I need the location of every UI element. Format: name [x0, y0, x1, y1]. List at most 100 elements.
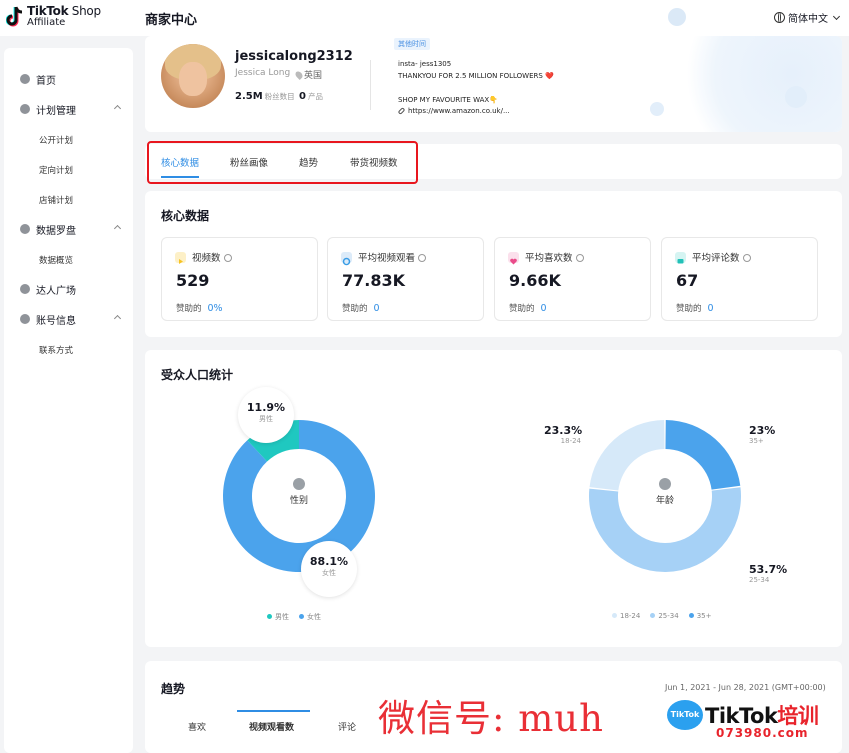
age-18-24-callout: 23.3% 18-24	[544, 424, 583, 445]
legend-dot	[612, 613, 617, 618]
legend-dot	[299, 614, 304, 619]
followers-label: 粉丝数目	[264, 92, 295, 101]
watermark-sub: 073980.com	[716, 726, 809, 740]
gender-center-label: 性别	[279, 478, 319, 506]
legend-age-18-24[interactable]: 18-24	[612, 612, 640, 620]
chevron-up-icon	[113, 314, 122, 323]
age-35-plus-percent: 23%	[749, 424, 776, 437]
gender-female-callout: 88.1% 女性	[301, 541, 357, 597]
age-35-plus-callout: 23% 35+	[749, 424, 775, 445]
age-center-text: 年龄	[655, 496, 674, 506]
trend-tab-video-views[interactable]: 视频观看数	[249, 720, 294, 733]
location-label: 英国	[304, 71, 323, 81]
sidebar-item-account-info[interactable]: 账号信息	[20, 312, 124, 327]
metric-footer-label: 赞助的	[676, 304, 702, 314]
age-18-24-percent: 23.3%	[544, 424, 583, 437]
trend-title: 趋势	[161, 682, 186, 696]
tiktok-note-icon	[5, 6, 24, 28]
age-25-34-percent: 53.7%	[749, 563, 788, 576]
help-icon[interactable]	[418, 254, 427, 262]
age-center-label: 年龄	[645, 478, 685, 506]
metric-footer: 赞助的 0	[676, 302, 714, 314]
audience-demographics-card: 受众人口统计 性别 11.9% 男性 88.1% 女性 男性 女性 年龄 23.…	[145, 350, 842, 647]
legend-female[interactable]: 女性	[299, 612, 321, 622]
metric-footer-value: 0	[540, 303, 547, 314]
sidebar-item-creator-square[interactable]: 达人广场	[20, 282, 76, 297]
highlight-annotation-box	[147, 141, 418, 184]
sidebar: 首页 计划管理 公开计划 定向计划 店铺计划 数据罗盘 数据概览 达人广场 账号…	[4, 48, 133, 753]
creator-location: 英国	[294, 68, 323, 81]
sidebar-item-targeted-plan[interactable]: 定向计划	[39, 164, 73, 176]
tiktok-shop-logo[interactable]: TikTok Shop Affiliate	[5, 4, 101, 28]
trend-tab-comments[interactable]: 评论	[338, 720, 356, 733]
clock-icon	[659, 478, 671, 490]
legend-age-25-34[interactable]: 25-34	[650, 612, 679, 620]
sidebar-item-public-plan[interactable]: 公开计划	[39, 134, 73, 146]
globe-icon	[774, 12, 785, 23]
core-data-title: 核心数据	[161, 209, 210, 223]
divider	[370, 60, 371, 110]
followers-value: 2.5M	[235, 91, 263, 102]
sidebar-item-label: 账号信息	[36, 315, 76, 327]
age-35-plus-label: 35+	[749, 437, 764, 445]
legend-label: 25-34	[658, 612, 679, 620]
help-icon[interactable]	[575, 254, 584, 262]
metric-video-count: 视频数 529 赞助的 0%	[161, 237, 318, 321]
page-title: 商家中心	[145, 13, 198, 28]
metric-label: 平均评论数	[692, 250, 751, 264]
trend-tab-likes[interactable]: 喜欢	[188, 720, 206, 733]
age-25-34-callout: 53.7% 25-34	[749, 563, 787, 584]
legend-male[interactable]: 男性	[267, 612, 289, 622]
sidebar-item-data-overview[interactable]: 数据概览	[39, 254, 73, 266]
sidebar-item-home[interactable]: 首页	[20, 72, 56, 87]
watermark-logo-suffix: 培训	[777, 704, 819, 728]
people-icon	[293, 478, 305, 490]
legend-age-35-plus[interactable]: 35+	[688, 612, 712, 620]
decor-bubble	[650, 102, 664, 116]
chevron-up-icon	[113, 224, 122, 233]
location-pin-icon	[294, 69, 304, 80]
followers-stat: 2.5M 粉丝数目	[235, 91, 295, 102]
sidebar-item-label: 达人广场	[36, 285, 76, 297]
demographics-title: 受众人口统计	[161, 368, 234, 382]
creator-link[interactable]: https://www.amazon.co.uk/...	[397, 107, 510, 115]
language-selector[interactable]: 简体中文	[774, 10, 841, 25]
creator-avatar	[161, 44, 225, 108]
legend-label: 35+	[696, 612, 712, 620]
chevron-up-icon	[113, 104, 122, 113]
metric-label: 平均喜欢数	[525, 250, 584, 264]
help-icon[interactable]	[223, 254, 232, 262]
legend-female-label: 女性	[307, 613, 321, 621]
help-icon[interactable]	[742, 254, 751, 262]
watermark-text: 微信号: muh	[378, 697, 604, 740]
gender-legend: 男性 女性	[267, 612, 321, 622]
sidebar-item-plan-management[interactable]: 计划管理	[20, 102, 124, 117]
logo-shop: Shop	[68, 4, 101, 18]
creator-link-text: https://www.amazon.co.uk/...	[408, 107, 510, 115]
metric-label-text: 平均喜欢数	[525, 253, 573, 264]
active-trend-tab-indicator	[237, 710, 310, 712]
metric-footer-value: 0	[707, 303, 714, 314]
creator-profile-card: jessicalong2312 Jessica Long 英国 2.5M 粉丝数目…	[145, 36, 842, 132]
creator-username: jessicalong2312	[235, 49, 353, 64]
plan-icon	[20, 104, 30, 114]
metric-value: 529	[176, 271, 210, 290]
metric-footer-label: 赞助的	[342, 304, 368, 314]
watermark-logo-text: TikTok	[705, 704, 778, 728]
metric-label-text: 平均视频观看	[358, 253, 416, 264]
sidebar-item-shop-plan[interactable]: 店铺计划	[39, 194, 73, 206]
comment-icon	[675, 252, 686, 264]
legend-dot	[688, 613, 694, 618]
user-avatar[interactable]	[668, 8, 686, 26]
sidebar-item-contact[interactable]: 联系方式	[39, 344, 73, 356]
metric-footer-label: 赞助的	[509, 304, 535, 314]
language-label: 简体中文	[788, 14, 828, 25]
other-time-tag: 其他时间	[394, 38, 430, 50]
age-18-24-label: 18-24	[560, 437, 581, 445]
sidebar-item-data-compass[interactable]: 数据罗盘	[20, 222, 124, 237]
date-range-picker[interactable]: Jun 1, 2021 - Jun 28, 2021 (GMT+00:00)	[665, 683, 826, 692]
logo-affiliate: Affiliate	[27, 17, 66, 28]
male-percent: 11.9%	[246, 401, 286, 414]
female-percent: 88.1%	[309, 555, 349, 568]
profile-background-decoration	[672, 36, 842, 132]
